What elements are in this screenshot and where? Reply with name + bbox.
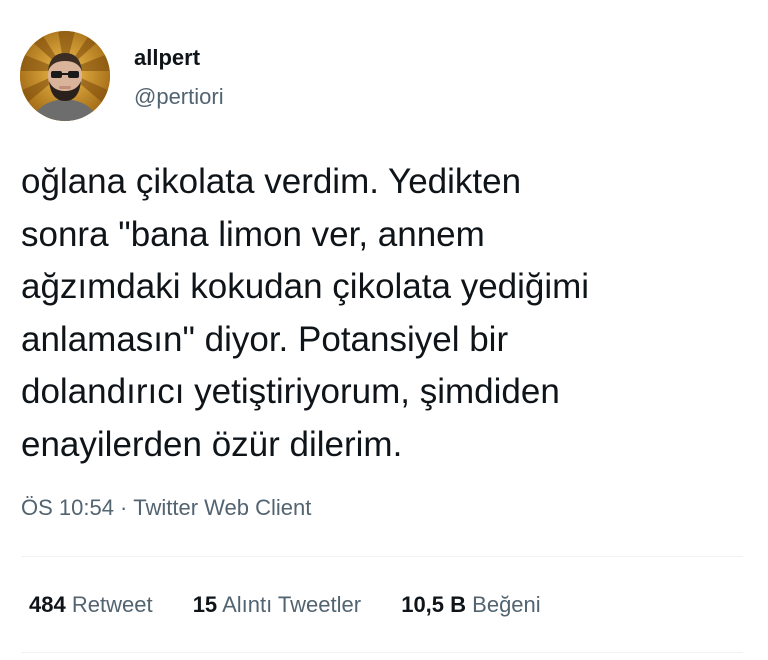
quote-tweet-count-number: 15 [192, 592, 218, 617]
tweet-text-line: enayilerden özür dilerim. [21, 424, 403, 464]
meta-separator: · [119, 495, 128, 520]
author-display-name[interactable]: allpert [134, 45, 200, 71]
like-count-number: 10,5 B [401, 592, 467, 617]
avatar-image [20, 31, 110, 121]
tweet-text-line: anlamasın" diyor. Potansiyel bir [21, 319, 509, 359]
tweet-text-line: ağzımdaki kokudan çikolata yediğimi [21, 267, 590, 306]
divider [21, 652, 743, 653]
like-count-label: Beğeni [472, 592, 541, 617]
retweet-count-label: Retweet [71, 592, 153, 617]
tweet-text: oğlana çikolata verdim. Yedikten sonra "… [21, 156, 751, 471]
divider [21, 556, 743, 557]
tweet-client[interactable]: Twitter Web Client [133, 495, 311, 520]
avatar[interactable] [20, 31, 110, 121]
quote-tweet-count-label: Alıntı Tweetler [222, 592, 362, 617]
retweet-count-number: 484 [29, 592, 66, 617]
author-handle[interactable]: @pertiori [134, 84, 224, 110]
tweet-card: allpert @pertiori oğlana çikolata verdim… [0, 0, 768, 660]
tweet-text-line: dolandırıcı yetiştiriyorum, şimdiden [21, 372, 560, 411]
tweet-timestamp[interactable]: ÖS 10:54 [21, 495, 114, 520]
tweet-text-line: oğlana çikolata verdim. Yedikten [21, 162, 522, 201]
tweet-stats: 484 Retweet 15 Alıntı Tweetler 10,5 B Be… [29, 591, 575, 619]
tweet-text-line: sonra "bana limon ver, annem [21, 214, 485, 254]
retweet-count[interactable]: 484 Retweet [29, 591, 153, 619]
like-count[interactable]: 10,5 B Beğeni [401, 591, 540, 619]
quote-tweet-count[interactable]: 15 Alıntı Tweetler [193, 591, 361, 619]
tweet-meta: ÖS 10:54 · Twitter Web Client [21, 494, 311, 522]
